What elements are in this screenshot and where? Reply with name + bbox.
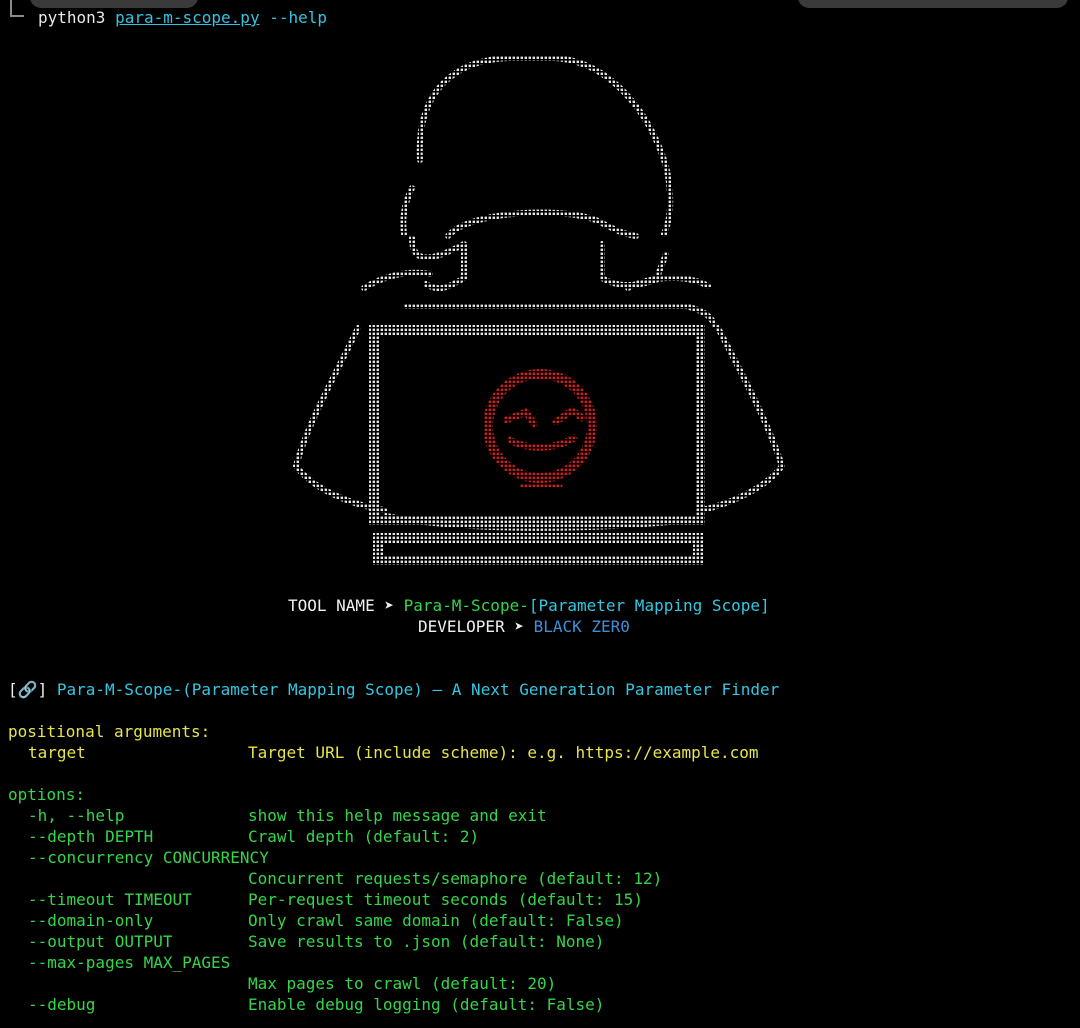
hooded-hacker-ascii-art: [293, 55, 785, 565]
positional-heading: positional arguments:: [8, 722, 211, 741]
description-line: [🔗] Para-M-Scope-(Parameter Mapping Scop…: [8, 679, 779, 700]
developer-line: DEVELOPER ➤ BLACK ZER0: [418, 616, 630, 637]
option-desc: Only crawl same domain (default: False): [248, 911, 624, 930]
tool-name-label: TOOL NAME ➤: [288, 596, 394, 615]
face-emblem-ring: [483, 369, 597, 483]
face-left: [409, 235, 467, 292]
option-desc: Crawl depth (default: 2): [248, 827, 480, 846]
option-name: --max-pages MAX_PAGES: [28, 953, 231, 972]
positional-arg-desc: Target URL (include scheme): e.g. https:…: [248, 743, 759, 762]
face-emblem-brow-left: [502, 407, 538, 428]
face-top: [445, 209, 639, 239]
tool-name-line: TOOL NAME ➤ Para-M-Scope-[Parameter Mapp…: [288, 595, 770, 616]
option-desc: Max pages to crawl (default: 20): [248, 974, 557, 993]
command-program: python3: [38, 8, 106, 27]
body-right: [699, 325, 785, 513]
option-name: --timeout TIMEOUT: [28, 890, 192, 909]
description-text: Para-M-Scope-(Parameter Mapping Scope) —…: [56, 680, 780, 699]
prompt-segment-right: [798, 0, 1068, 8]
shoulders: [361, 269, 717, 327]
face-emblem-brow-right: [552, 405, 586, 426]
hood-outline: [416, 55, 674, 237]
option-name: --domain-only: [28, 911, 154, 930]
developer-value: BLACK ZER0: [533, 617, 630, 636]
option-name: --debug: [28, 995, 96, 1014]
option-name: --output OUTPUT: [28, 932, 173, 951]
option-name: --concurrency CONCURRENCY: [28, 848, 269, 867]
description-bracket-close: ]: [37, 680, 48, 699]
command-flag: --help: [269, 8, 328, 27]
command-script-link[interactable]: para-m-scope.py: [115, 8, 260, 27]
option-desc: Save results to .json (default: None): [248, 932, 605, 951]
option-desc: show this help message and exit: [248, 806, 547, 825]
laptop-base: [373, 533, 703, 565]
command-line[interactable]: python3 para-m-scope.py --help: [38, 7, 327, 28]
options-heading: options:: [8, 785, 86, 804]
option-desc: Enable debug logging (default: False): [248, 995, 605, 1014]
description-bracket-open: [: [8, 680, 18, 699]
tool-name-value: Para-M-Scope-: [403, 596, 529, 615]
developer-label: DEVELOPER ➤: [418, 617, 524, 636]
option-name: -h, --help: [28, 806, 125, 825]
prompt-corner: [10, 0, 24, 17]
link-icon: 🔗: [17, 680, 38, 699]
tool-name-subtitle: [Parameter Mapping Scope]: [528, 596, 770, 615]
positional-arg-name: target: [28, 743, 86, 762]
face-emblem-mouth: [506, 434, 578, 451]
option-desc: Concurrent requests/semaphore (default: …: [248, 869, 663, 888]
option-desc: Per-request timeout seconds (default: 15…: [248, 890, 643, 909]
option-name: --depth DEPTH: [28, 827, 154, 846]
hood-left-side: [400, 185, 415, 237]
